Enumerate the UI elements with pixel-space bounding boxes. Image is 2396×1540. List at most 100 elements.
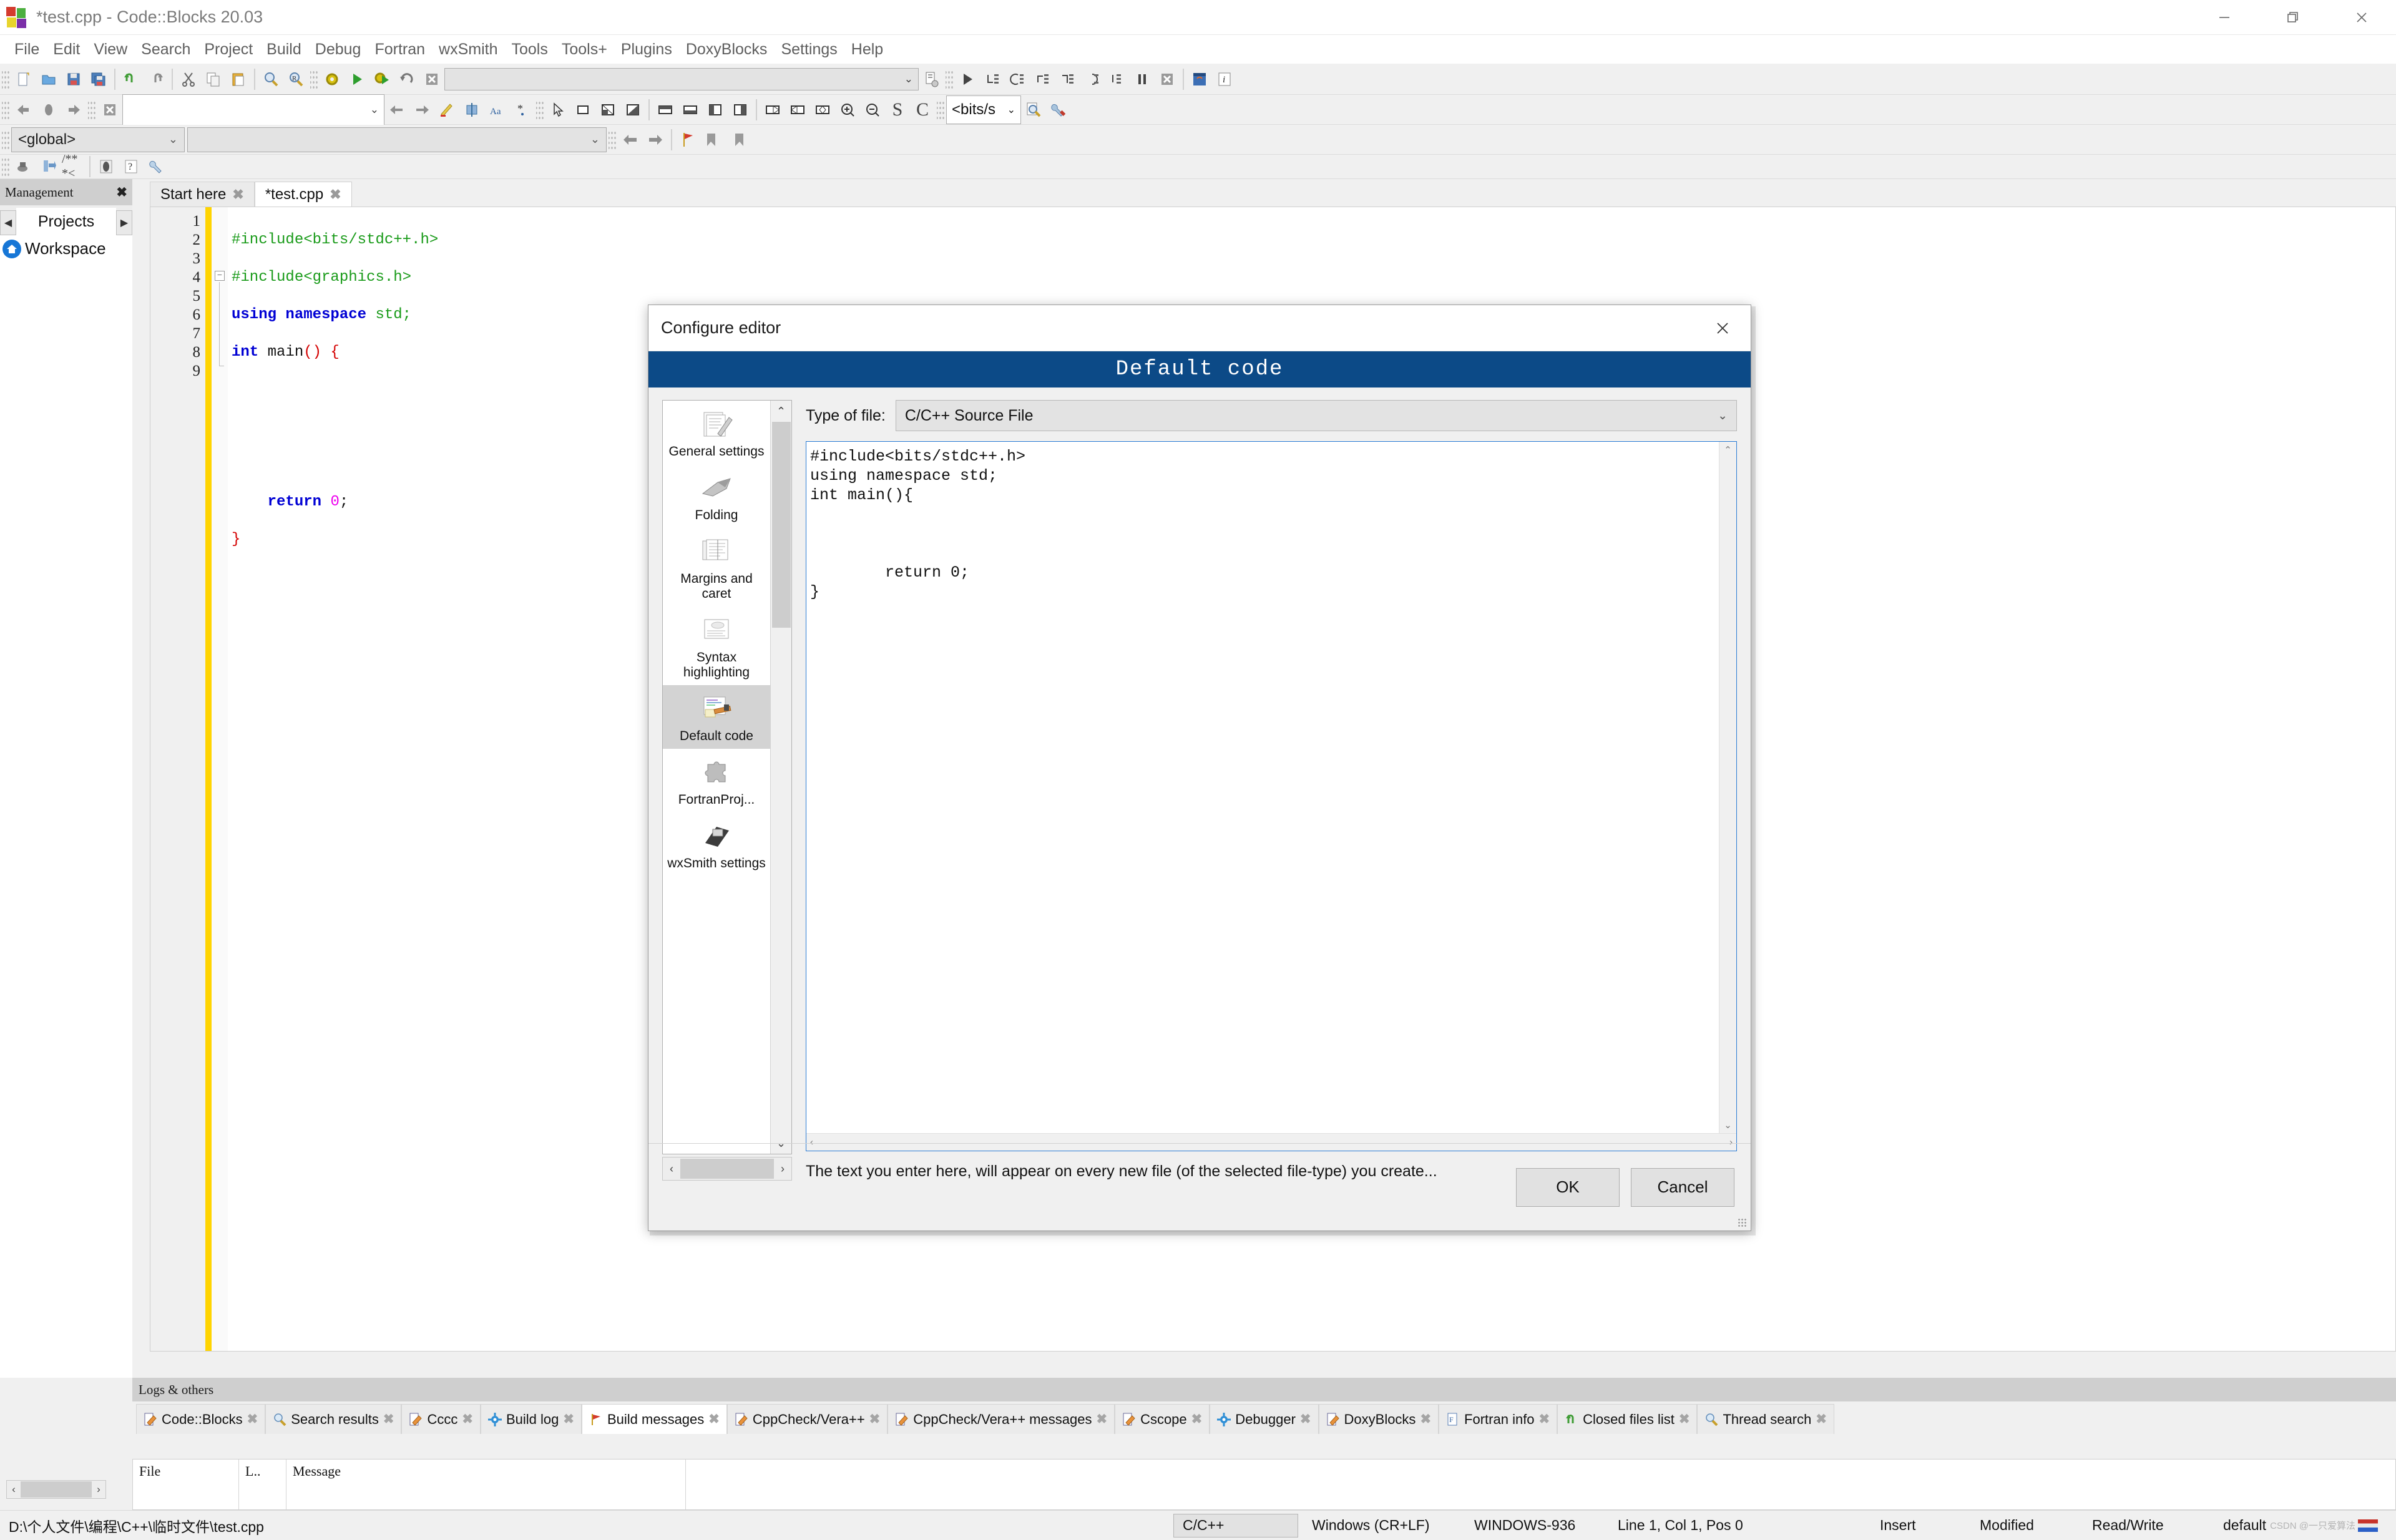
default-code-text[interactable]: #include<bits/stdc++.h> using namespace …	[806, 442, 1719, 1133]
step-into-instruction-icon[interactable]	[1080, 67, 1104, 91]
close-icon[interactable]: ✖	[116, 185, 127, 200]
column-header-message[interactable]: Message	[286, 1460, 686, 1509]
dialog-page-default-code[interactable]: Default code	[663, 685, 770, 749]
chevron-down-icon[interactable]: ⌄	[1724, 1119, 1732, 1131]
highlight-icon[interactable]	[435, 98, 459, 122]
panel-icon[interactable]	[571, 98, 595, 122]
menu-item-settings[interactable]: Settings	[774, 39, 844, 61]
bookmark-flag-icon[interactable]	[676, 128, 700, 152]
scrollbar-thumb[interactable]	[771, 422, 791, 628]
abort-icon[interactable]	[420, 67, 444, 91]
close-icon[interactable]: ✖	[1096, 1411, 1107, 1427]
toolbar-gripper[interactable]	[2, 68, 9, 90]
close-icon[interactable]: ✖	[1420, 1411, 1431, 1427]
toolbar-gripper[interactable]	[937, 99, 944, 120]
next-instruction-icon[interactable]	[1055, 67, 1079, 91]
toolbar-gripper[interactable]	[2, 99, 9, 120]
log-tab-thread-search[interactable]: Thread search ✖	[1697, 1404, 1834, 1434]
menu-item-search[interactable]: Search	[134, 39, 197, 61]
dialog-page-fortran-project[interactable]: FortranProj...	[663, 749, 770, 812]
menu-item-wxsmith[interactable]: wxSmith	[432, 39, 504, 61]
toolbar-gripper[interactable]	[536, 99, 544, 120]
menu-item-plugins[interactable]: Plugins	[614, 39, 679, 61]
fold-gutter[interactable]: −	[212, 207, 228, 1351]
forward-icon[interactable]	[62, 98, 86, 122]
doxyblocks-config-icon[interactable]	[144, 155, 168, 178]
close-icon[interactable]: ✖	[1679, 1411, 1690, 1427]
close-icon[interactable]	[1694, 305, 1751, 351]
close-icon[interactable]: ✖	[708, 1411, 720, 1427]
close-icon[interactable]: ✖	[1539, 1411, 1550, 1427]
menu-item-edit[interactable]: Edit	[46, 39, 87, 61]
copy-icon[interactable]	[202, 67, 225, 91]
align-center-icon[interactable]	[786, 98, 809, 122]
bookmark-prev-icon[interactable]	[701, 128, 725, 152]
scroll-right-icon[interactable]: ▶	[116, 210, 132, 235]
menu-item-tools[interactable]: Tools	[505, 39, 555, 61]
dock-bottom-icon[interactable]	[678, 98, 702, 122]
redo-icon[interactable]	[144, 67, 168, 91]
menu-item-toolsplus[interactable]: Tools+	[555, 39, 614, 61]
editor-tab-test-cpp[interactable]: *test.cpp ✖	[254, 182, 352, 207]
doxyblocks-block-icon[interactable]	[94, 155, 118, 178]
close-icon[interactable]: ✖	[1816, 1411, 1827, 1427]
next-icon[interactable]	[410, 98, 434, 122]
toggle-icon[interactable]	[460, 98, 484, 122]
close-icon[interactable]	[2327, 0, 2396, 35]
log-tab-closed-files-list[interactable]: Closed files list ✖	[1557, 1404, 1698, 1434]
menu-item-build[interactable]: Build	[260, 39, 308, 61]
column-header-file[interactable]: File	[133, 1460, 239, 1509]
close-icon[interactable]: ✖	[383, 1411, 394, 1427]
dialog-page-margins-and-caret[interactable]: Margins and caret	[663, 528, 770, 607]
paste-icon[interactable]	[227, 67, 250, 91]
run-icon[interactable]	[345, 67, 369, 91]
toolbar-gripper[interactable]	[310, 68, 318, 90]
toolbar-gripper[interactable]	[946, 68, 953, 90]
editor-tab-start-here[interactable]: Start here ✖	[150, 182, 255, 207]
doxyblocks-run-icon[interactable]	[12, 155, 36, 178]
doxyblocks-help-icon[interactable]: ?	[119, 155, 143, 178]
debugger-info-icon[interactable]: i	[1213, 67, 1236, 91]
match-case-icon[interactable]: Aa	[485, 98, 509, 122]
debug-continue-icon[interactable]	[956, 67, 979, 91]
configure-include-icon[interactable]	[1047, 98, 1070, 122]
menu-item-doxyblocks[interactable]: DoxyBlocks	[679, 39, 775, 61]
log-tab-cccc[interactable]: Cccc ✖	[401, 1404, 481, 1434]
break-debugger-icon[interactable]	[1130, 67, 1154, 91]
default-code-textarea[interactable]: #include<bits/stdc++.h> using namespace …	[806, 441, 1737, 1151]
previous-icon[interactable]	[385, 98, 409, 122]
scroll-left-icon[interactable]: ◀	[0, 210, 16, 235]
previous-icon[interactable]	[619, 128, 642, 152]
zoom-in-icon[interactable]	[836, 98, 859, 122]
menu-item-help[interactable]: Help	[844, 39, 890, 61]
wxsmith-s-icon[interactable]: S	[886, 98, 909, 122]
toolbar-gripper[interactable]	[609, 129, 616, 150]
file-type-select[interactable]: C/C++ Source File ⌄	[895, 400, 1737, 431]
run-to-cursor-icon[interactable]	[1105, 67, 1129, 91]
log-tab-fortran-info[interactable]: F Fortran info ✖	[1439, 1404, 1558, 1434]
bookmark-next-icon[interactable]	[726, 128, 750, 152]
back-icon[interactable]	[12, 98, 36, 122]
pointer-icon[interactable]	[546, 98, 570, 122]
close-icon[interactable]: ✖	[232, 187, 243, 203]
build-target-combo[interactable]: ⌄	[444, 67, 919, 90]
wxsmith-c-icon[interactable]: C	[911, 98, 934, 122]
dock-left-icon[interactable]	[703, 98, 727, 122]
include-combo[interactable]: <bits/s ⌄	[946, 95, 1021, 124]
toolbar-gripper[interactable]	[88, 99, 95, 120]
tab-projects[interactable]: Projects	[16, 208, 116, 235]
cancel-button[interactable]: Cancel	[1631, 1167, 1734, 1207]
build-icon[interactable]	[320, 67, 344, 91]
dialog-page-general-settings[interactable]: General settings	[663, 401, 770, 464]
scroll-left-icon[interactable]: ‹	[7, 1483, 21, 1496]
dialog-page-list-vscrollbar[interactable]: ⌃ ⌄	[770, 401, 791, 1154]
dialog-page-wxsmith-settings[interactable]: wxSmith settings	[663, 812, 770, 876]
log-tab-cppcheck-vera[interactable]: CppCheck/Vera++ ✖	[726, 1404, 888, 1434]
next-icon[interactable]	[643, 128, 667, 152]
ok-button[interactable]: OK	[1516, 1167, 1620, 1207]
textarea-vscrollbar[interactable]: ⌃ ⌄	[1719, 442, 1736, 1133]
rebuild-icon[interactable]	[395, 67, 419, 91]
align-left-icon[interactable]	[761, 98, 785, 122]
dialog-page-folding[interactable]: Folding	[663, 464, 770, 528]
build-and-run-icon[interactable]	[370, 67, 394, 91]
